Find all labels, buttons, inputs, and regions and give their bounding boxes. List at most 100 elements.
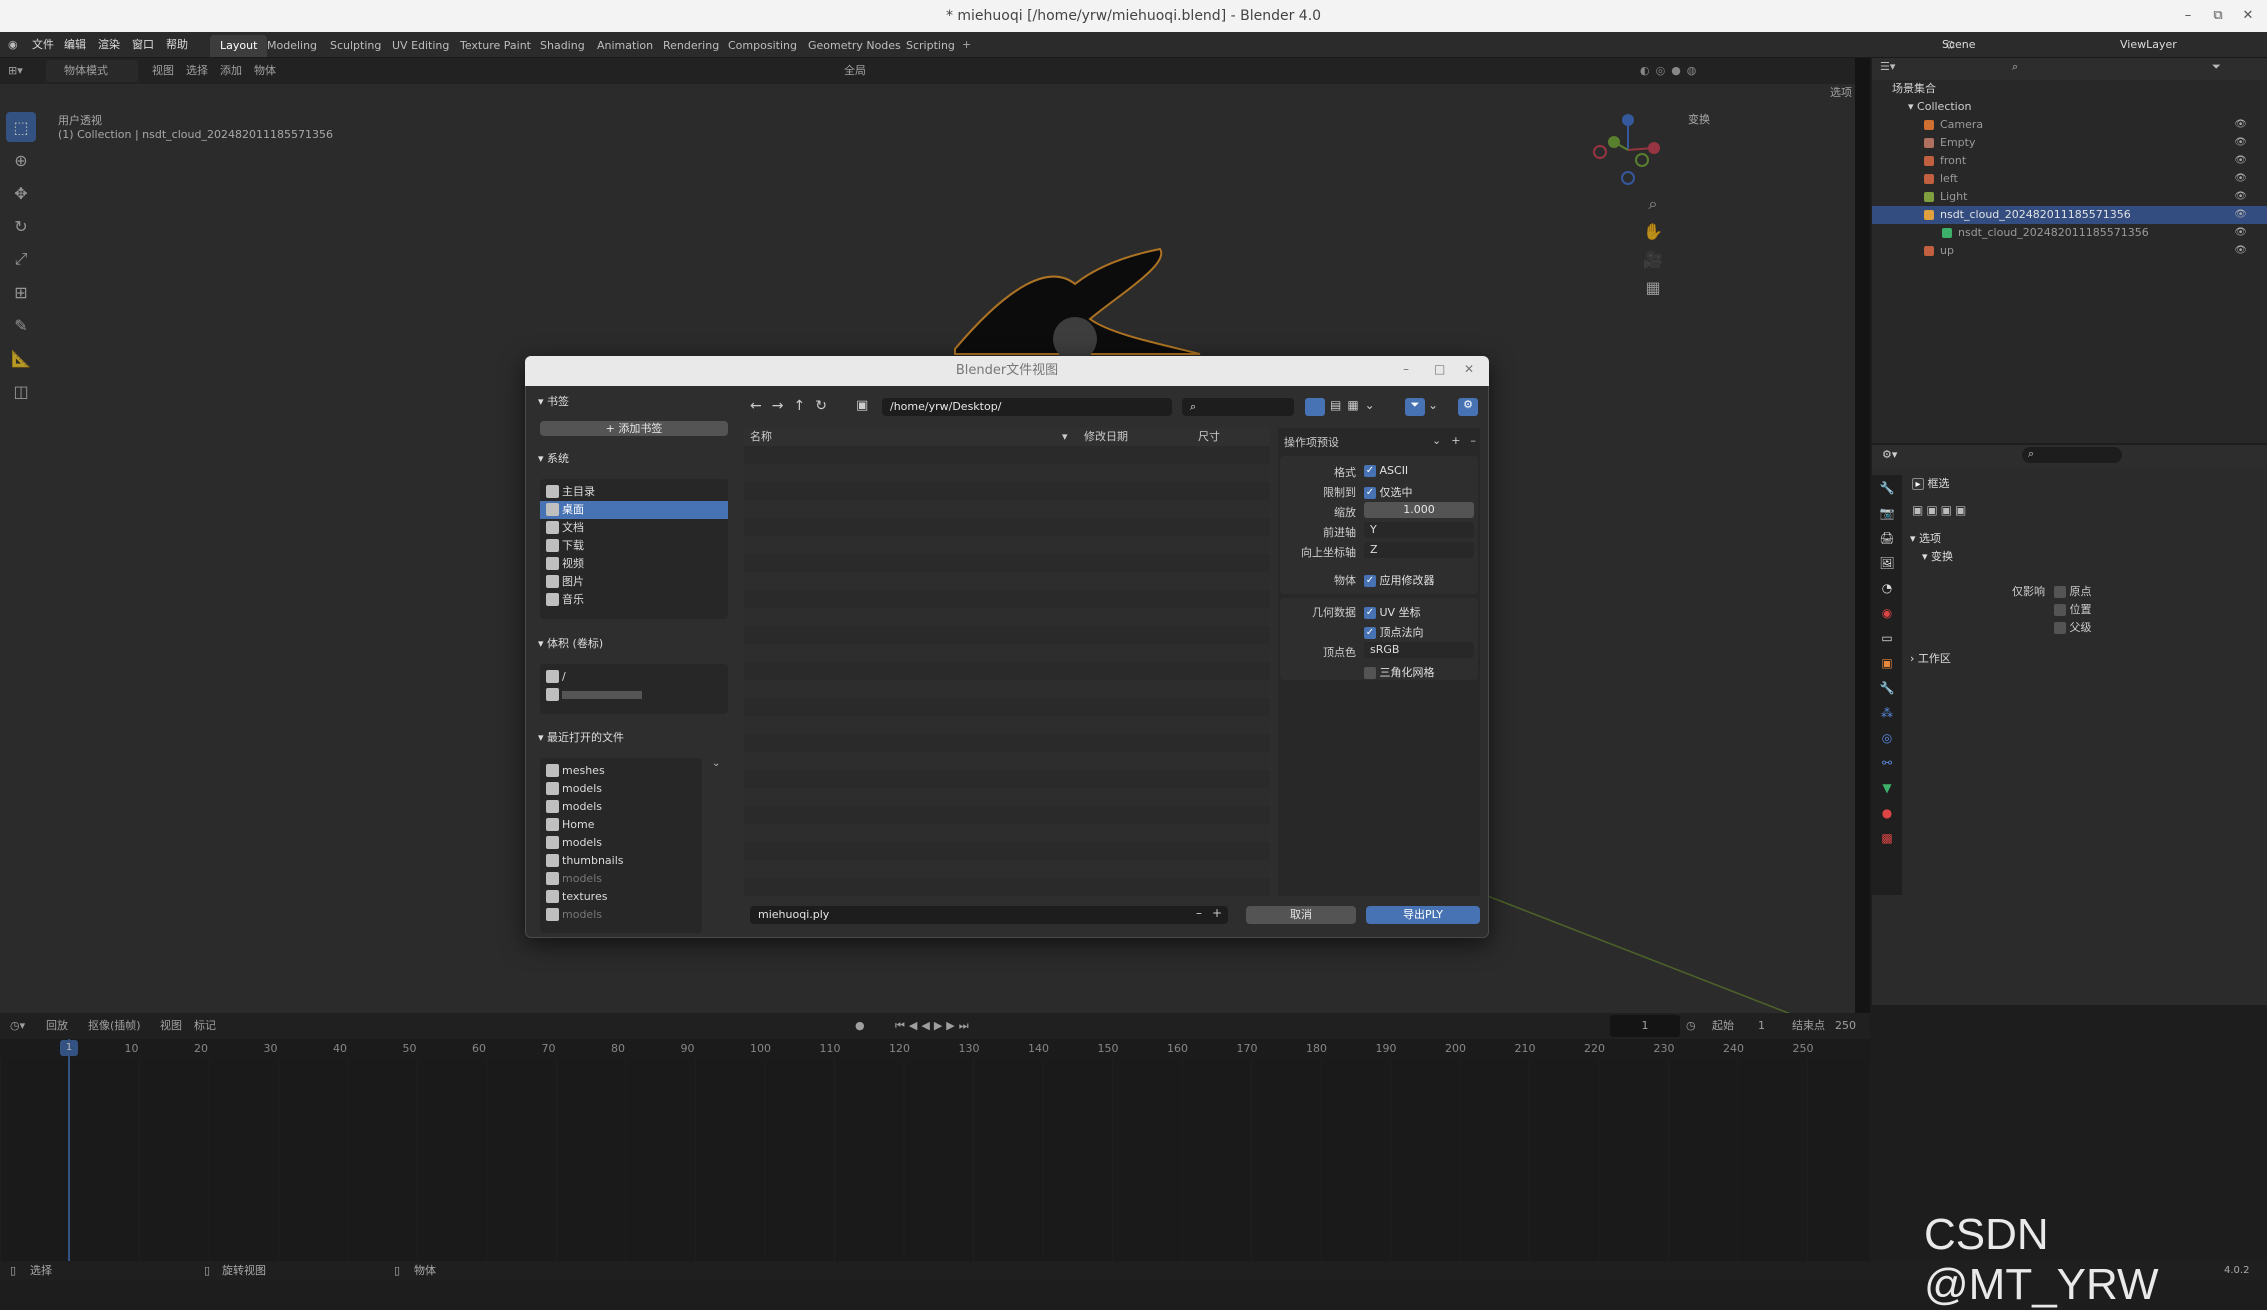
tab-geometry-nodes[interactable]: Geometry Nodes [798, 35, 911, 57]
add-bookmark-button[interactable]: + 添加书签 [540, 421, 728, 436]
menu-edit[interactable]: 编辑 [64, 32, 86, 58]
outliner-item[interactable]: up 👁 [1872, 242, 2267, 260]
filename-field[interactable]: miehuoqi.ply [750, 906, 1228, 924]
outliner-item[interactable]: nsdt_cloud_202482011185571356 👁 [1872, 224, 2267, 242]
outliner-item[interactable]: left 👁 [1872, 170, 2267, 188]
outliner-item[interactable]: Camera 👁 [1872, 116, 2267, 134]
add-workspace-icon[interactable]: + [962, 32, 971, 58]
affect-locations-checkbox[interactable]: 位置 [2054, 601, 2092, 619]
outliner-search-icon[interactable]: ⌕ [2012, 60, 2018, 74]
system-item[interactable]: 下载 [540, 537, 728, 555]
volume-item-redacted[interactable] [540, 686, 728, 704]
visibility-eye-icon[interactable]: 👁 [2234, 206, 2247, 224]
back-icon[interactable]: ← [750, 398, 772, 414]
section-options[interactable]: ▾ 选项 [1910, 529, 1941, 549]
volume-item[interactable]: / [540, 668, 728, 686]
menu-render[interactable]: 渲染 [98, 32, 120, 58]
output-tab-icon[interactable]: 🖨 [1872, 525, 1902, 550]
tab-uv-editing[interactable]: UV Editing [382, 35, 459, 57]
view-layer-selector[interactable]: ViewLayer [2120, 32, 2177, 58]
close-button[interactable]: ✕ [2228, 0, 2267, 32]
forward-axis-dropdown[interactable]: Y [1364, 522, 1474, 538]
data-tab-icon[interactable]: ▼ [1872, 775, 1902, 800]
bookmarks-header[interactable]: ▾ 书签 [538, 392, 569, 412]
column-modified[interactable]: 修改日期 [1084, 428, 1128, 446]
preset-add-remove-icons[interactable]: ⌄+– [1432, 434, 1486, 447]
system-item[interactable]: 文档 [540, 519, 728, 537]
tab-animation[interactable]: Animation [587, 35, 663, 57]
recent-folder-item[interactable]: models [540, 780, 702, 798]
operator-presets[interactable]: 操作项预设 [1284, 434, 1339, 450]
sort-chevron-icon[interactable]: ▾ [1062, 428, 1068, 446]
visibility-eye-icon[interactable]: 👁 [2234, 152, 2247, 170]
file-search-input[interactable]: ⌕ [1182, 398, 1294, 416]
view-layer-tab-icon[interactable]: 🖼 [1872, 550, 1902, 575]
cancel-button[interactable]: 取消 [1246, 906, 1356, 924]
material-tab-icon[interactable]: ● [1872, 800, 1902, 825]
section-transform[interactable]: ▾ 变换 [1922, 547, 1953, 567]
vertex-normals-checkbox[interactable]: ✓ 顶点法向 [1364, 624, 1424, 640]
parent-dir-icon[interactable]: ↑ [793, 398, 815, 414]
tab-shading[interactable]: Shading [530, 35, 595, 57]
export-ply-button[interactable]: 导出PLY [1366, 906, 1480, 924]
constraints-tab-icon[interactable]: ⚯ [1872, 750, 1902, 775]
system-item[interactable]: 音乐 [540, 591, 728, 609]
visibility-eye-icon[interactable]: 👁 [2234, 224, 2247, 242]
outliner-display-icon[interactable]: ☰▾ [1880, 60, 1895, 73]
scale-field[interactable]: 1.000 [1364, 502, 1474, 518]
recent-folder-item[interactable]: models [540, 798, 702, 816]
dialog-minimize-icon[interactable]: – [1403, 362, 1409, 376]
tab-modeling[interactable]: Modeling [257, 35, 327, 57]
recent-folder-item[interactable]: models [540, 906, 702, 924]
outliner-item[interactable]: Empty 👁 [1872, 134, 2267, 152]
system-item[interactable]: 视频 [540, 555, 728, 573]
collection-tab-icon[interactable]: ▭ [1872, 625, 1902, 650]
column-name[interactable]: 名称 [750, 428, 772, 446]
visibility-eye-icon[interactable]: 👁 [2234, 116, 2247, 134]
scene-selector[interactable]: Scene [1942, 32, 1976, 58]
uv-coordinates-checkbox[interactable]: ✓ UV 坐标 [1364, 604, 1421, 620]
scene-tab-icon[interactable]: ◔ [1872, 575, 1902, 600]
system-item[interactable]: 图片 [540, 573, 728, 591]
blender-logo-icon[interactable]: ◉ [8, 32, 18, 58]
physics-tab-icon[interactable]: ◎ [1872, 725, 1902, 750]
triangulate-checkbox[interactable]: 三角化网格 [1364, 664, 1435, 680]
system-header[interactable]: ▾ 系统 [538, 449, 569, 469]
vertex-color-dropdown[interactable]: sRGB [1364, 642, 1474, 658]
section-workspace[interactable]: › 工作区 [1910, 649, 1951, 669]
recent-folder-item[interactable]: Home [540, 816, 702, 834]
display-mode-icons[interactable]: ▤▦⌄ [1330, 398, 1381, 412]
recent-folder-item[interactable]: models [540, 870, 702, 888]
tab-sculpting[interactable]: Sculpting [320, 35, 391, 57]
volumes-header[interactable]: ▾ 体积 (卷标) [538, 634, 603, 654]
outliner-filter-icon[interactable]: ⏷ [2212, 60, 2221, 74]
particles-tab-icon[interactable]: ⁂ [1872, 700, 1902, 725]
outliner-collection[interactable]: ▾ Collection [1872, 98, 2267, 116]
selected-only-checkbox[interactable]: ✓ 仅选中 [1364, 484, 1413, 500]
dialog-maximize-icon[interactable]: □ [1434, 362, 1445, 376]
vertical-list-icon[interactable] [1305, 398, 1325, 416]
menu-file[interactable]: 文件 [32, 32, 54, 58]
render-tab-icon[interactable]: 📷 [1872, 500, 1902, 525]
outliner-item[interactable]: nsdt_cloud_202482011185571356 👁 [1872, 206, 2267, 224]
tab-scripting[interactable]: Scripting [896, 35, 965, 57]
recent-folder-item[interactable]: thumbnails [540, 852, 702, 870]
properties-search-input[interactable]: ⌕ [2022, 447, 2122, 463]
recent-folder-item[interactable]: textures [540, 888, 702, 906]
affect-parents-checkbox[interactable]: 父级 [2054, 619, 2092, 637]
filter-dropdown-icon[interactable]: ⌄ [1428, 398, 1438, 412]
selection-mode-icons[interactable]: ▣▣▣▣ [1912, 503, 1969, 517]
system-item[interactable]: 主目录 [540, 483, 728, 501]
recent-folder-item[interactable]: meshes [540, 762, 702, 780]
filename-decrement-increment[interactable]: –+ [1196, 906, 1232, 920]
recent-folder-item[interactable]: models [540, 834, 702, 852]
apply-modifiers-checkbox[interactable]: ✓ 应用修改器 [1364, 572, 1435, 588]
tab-compositing[interactable]: Compositing [718, 35, 807, 57]
visibility-eye-icon[interactable]: 👁 [2234, 170, 2247, 188]
visibility-eye-icon[interactable]: 👁 [2234, 242, 2247, 260]
recent-header[interactable]: ▾ 最近打开的文件 [538, 728, 624, 748]
recent-menu-icon[interactable]: ⌄ [712, 758, 720, 769]
visibility-eye-icon[interactable]: 👁 [2234, 134, 2247, 152]
menu-help[interactable]: 帮助 [166, 32, 188, 58]
world-tab-icon[interactable]: ◉ [1872, 600, 1902, 625]
